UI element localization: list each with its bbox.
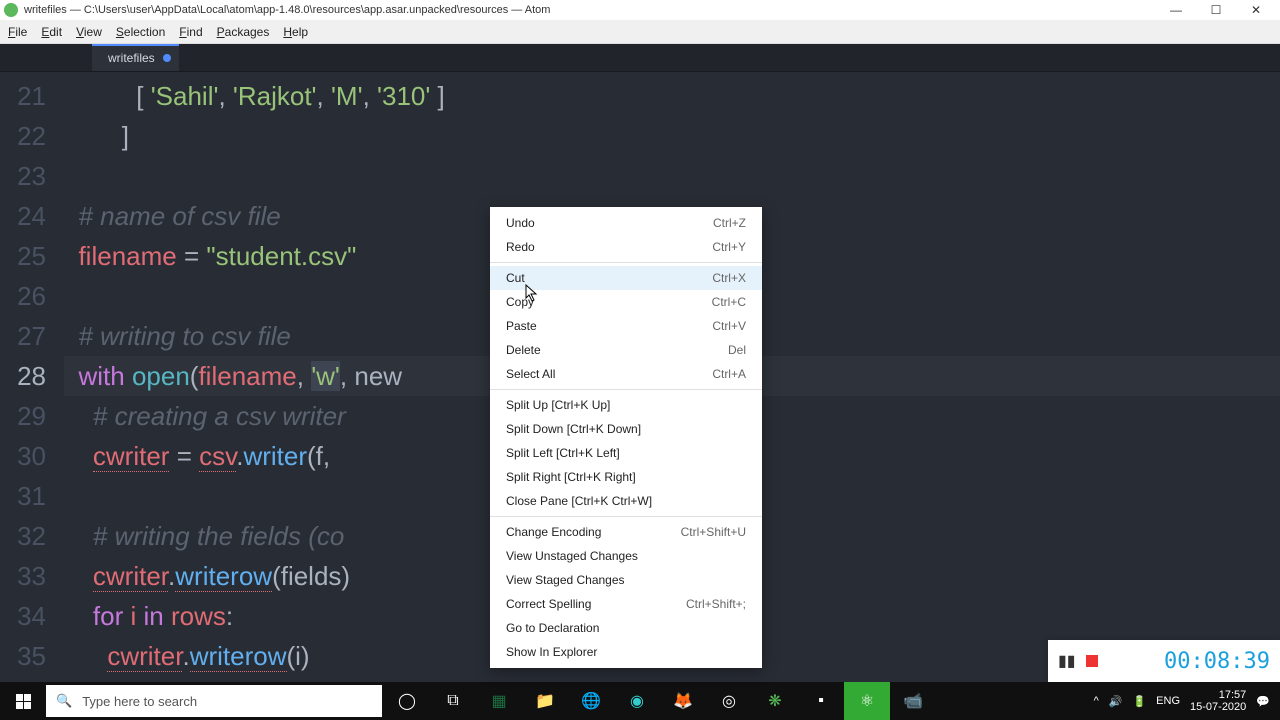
tray-chevron-icon[interactable]: ^	[1094, 695, 1099, 707]
app-icon-1[interactable]: ◎	[706, 682, 752, 720]
minimize-button[interactable]: —	[1156, 0, 1196, 20]
ctx-show[interactable]: Show In Explorer	[490, 640, 762, 664]
titlebar: writefiles — C:\Users\user\AppData\Local…	[0, 0, 1280, 20]
firefox-icon[interactable]: 🦊	[660, 682, 706, 720]
ctx-split[interactable]: Split Left [Ctrl+K Left]	[490, 441, 762, 465]
ctx-delete[interactable]: DeleteDel	[490, 338, 762, 362]
search-icon: 🔍	[56, 693, 72, 709]
pause-icon[interactable]: ▮▮	[1058, 651, 1076, 671]
ctx-close[interactable]: Close Pane [Ctrl+K Ctrl+W]	[490, 489, 762, 513]
line-gutter: 212223242526272829303132333435	[0, 72, 64, 682]
maximize-button[interactable]: ☐	[1196, 0, 1236, 20]
ctx-correct[interactable]: Correct SpellingCtrl+Shift+;	[490, 592, 762, 616]
tray-notifications-icon[interactable]: 💬	[1256, 695, 1270, 708]
ctx-view[interactable]: View Staged Changes	[490, 568, 762, 592]
edge-icon[interactable]: ◉	[614, 682, 660, 720]
menu-view[interactable]: View	[76, 25, 102, 39]
windows-logo-icon	[16, 694, 31, 709]
taskbar: 🔍 Type here to search ◯ ⧉ ▦ 📁 🌐 ◉ 🦊 ◎ ❋ …	[0, 682, 1280, 720]
ctx-change[interactable]: Change EncodingCtrl+Shift+U	[490, 520, 762, 544]
ctx-split[interactable]: Split Right [Ctrl+K Right]	[490, 465, 762, 489]
ctx-redo[interactable]: RedoCtrl+Y	[490, 235, 762, 259]
menu-find[interactable]: Find	[179, 25, 202, 39]
menu-selection[interactable]: Selection	[116, 25, 165, 39]
context-menu: UndoCtrl+ZRedoCtrl+Y CutCtrl+XCopyCtrl+CP…	[490, 207, 762, 668]
cmd-icon[interactable]: ▪	[798, 682, 844, 720]
tray-battery-icon[interactable]: 🔋	[1132, 695, 1146, 708]
ctx-split[interactable]: Split Up [Ctrl+K Up]	[490, 393, 762, 417]
ctx-cut[interactable]: CutCtrl+X	[490, 266, 762, 290]
menu-help[interactable]: Help	[283, 25, 308, 39]
app-icon-2[interactable]: ❋	[752, 682, 798, 720]
menu-edit[interactable]: Edit	[41, 25, 62, 39]
search-placeholder: Type here to search	[82, 694, 197, 709]
tab-label: writefiles	[108, 51, 155, 65]
tray-date[interactable]: 15-07-2020	[1190, 701, 1246, 713]
recorder-icon[interactable]: 📹	[890, 682, 936, 720]
ctx-separator	[490, 262, 762, 263]
recording-time: 00:08:39	[1164, 649, 1270, 674]
cortana-icon[interactable]: ◯	[384, 682, 430, 720]
menubar: File Edit View Selection Find Packages H…	[0, 20, 1280, 44]
tray-volume-icon[interactable]: 🔊	[1109, 695, 1123, 708]
taskview-icon[interactable]: ⧉	[430, 682, 476, 720]
atom-logo-icon	[4, 3, 18, 17]
menu-packages[interactable]: Packages	[217, 25, 270, 39]
ctx-separator	[490, 516, 762, 517]
ctx-select[interactable]: Select AllCtrl+A	[490, 362, 762, 386]
ctx-separator	[490, 389, 762, 390]
menu-file[interactable]: File	[8, 25, 27, 39]
search-input[interactable]: 🔍 Type here to search	[46, 685, 382, 717]
system-tray: ^ 🔊 🔋 ENG 17:57 15-07-2020 💬	[1094, 689, 1280, 713]
tray-lang[interactable]: ENG	[1156, 695, 1180, 707]
excel-icon[interactable]: ▦	[476, 682, 522, 720]
tab-writefiles[interactable]: writefiles	[92, 44, 179, 71]
unsaved-indicator-icon	[163, 54, 171, 62]
ctx-paste[interactable]: PasteCtrl+V	[490, 314, 762, 338]
atom-icon[interactable]: ⚛	[844, 682, 890, 720]
ctx-split[interactable]: Split Down [Ctrl+K Down]	[490, 417, 762, 441]
tray-time[interactable]: 17:57	[1190, 689, 1246, 701]
tabbar: writefiles	[0, 44, 1280, 72]
stop-icon[interactable]	[1086, 655, 1098, 667]
ctx-copy[interactable]: CopyCtrl+C	[490, 290, 762, 314]
window-title: writefiles — C:\Users\user\AppData\Local…	[24, 4, 550, 16]
screen-recorder-overlay: ▮▮ 00:08:39	[1048, 640, 1280, 682]
close-button[interactable]: ✕	[1236, 0, 1276, 20]
ctx-view[interactable]: View Unstaged Changes	[490, 544, 762, 568]
start-button[interactable]	[0, 682, 46, 720]
file-explorer-icon[interactable]: 📁	[522, 682, 568, 720]
ctx-undo[interactable]: UndoCtrl+Z	[490, 211, 762, 235]
ctx-go[interactable]: Go to Declaration	[490, 616, 762, 640]
chrome-icon[interactable]: 🌐	[568, 682, 614, 720]
